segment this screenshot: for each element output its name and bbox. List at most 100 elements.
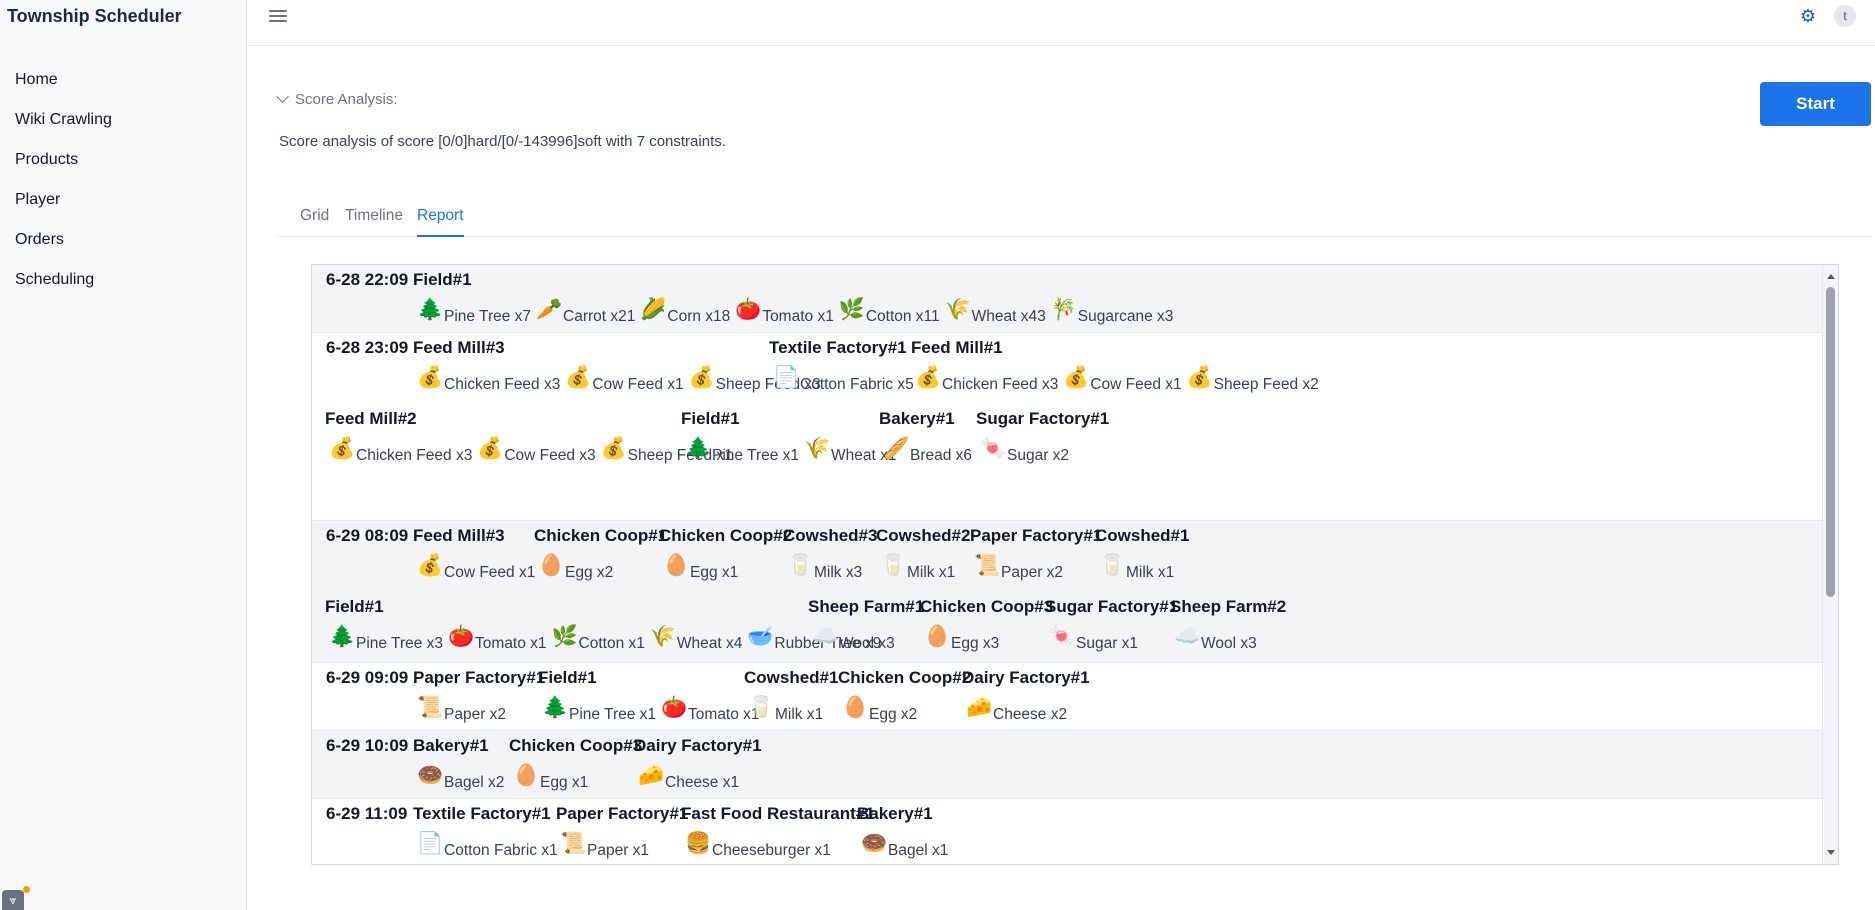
building-block: Field#1 🌲 Pine Tree x7 🥕 Carrot x21 🌽 Corn x18… xyxy=(413,270,1174,326)
product-quantity: Wool x3 xyxy=(1201,635,1257,652)
product-item: 🥚 Egg x3 xyxy=(920,625,999,653)
product-list: 💰 Cow Feed x1 xyxy=(413,554,536,582)
sidebar-item-player[interactable]: Player xyxy=(0,180,246,220)
product-item: 🧀 Cheese x2 xyxy=(962,696,1067,724)
building-block: Sheep Farm#1 ☁️ Wool x3 xyxy=(808,597,924,653)
product-quantity: Cow Feed x1 xyxy=(592,376,684,393)
product-item: 🎋 Sugarcane x3 xyxy=(1047,298,1174,326)
building-block: Bakery#1 🥖 Bread x6 xyxy=(879,409,973,465)
sidebar-item-home[interactable]: Home xyxy=(0,60,246,100)
avatar[interactable]: t xyxy=(1834,5,1856,27)
product-item: 🥚 Egg x1 xyxy=(659,554,738,582)
building-name: Sheep Farm#1 xyxy=(808,597,925,616)
product-item: 🥚 Egg x2 xyxy=(534,554,613,582)
product-icon: 🌲 xyxy=(542,696,569,719)
product-list: 💰 Chicken Feed x3 💰 Cow Feed x3 💰 Sheep Feed … xyxy=(325,437,734,465)
gear-icon[interactable]: ⚙ xyxy=(1799,6,1817,26)
product-quantity: Sugar x1 xyxy=(1076,635,1139,652)
product-quantity: Paper x2 xyxy=(1001,564,1064,581)
score-analysis-toggle[interactable]: Score Analysis: xyxy=(276,90,398,108)
product-list: 🥛 Milk x3 xyxy=(783,554,877,582)
product-icon: 🍬 xyxy=(980,437,1007,460)
product-quantity: Pine Tree x7 xyxy=(444,308,532,325)
notification-dot xyxy=(23,886,30,893)
product-icon: 🍔 xyxy=(685,832,712,855)
start-button[interactable]: Start xyxy=(1760,82,1871,126)
product-list: 📄 Cotton Fabric x5 xyxy=(769,366,915,394)
building-name: Chicken Coop#2 xyxy=(838,668,972,687)
building-name: Chicken Coop#2 xyxy=(659,526,793,545)
product-item: 📄 Cotton Fabric x5 xyxy=(769,366,914,394)
product-item: 🥛 Milk x3 xyxy=(783,554,863,582)
tab-grid[interactable]: Grid xyxy=(300,197,329,237)
building-block: Cowshed#1 🥛 Milk x1 xyxy=(1095,526,1189,582)
product-quantity: Cow Feed x3 xyxy=(504,447,596,464)
building-block: Paper Factory#1 📜 Paper x2 xyxy=(970,526,1102,582)
building-name: Feed Mill#2 xyxy=(325,409,417,428)
product-icon: 💰 xyxy=(329,437,356,460)
sidebar-item-products[interactable]: Products xyxy=(0,140,246,180)
product-quantity: Chicken Feed x3 xyxy=(444,376,561,393)
product-icon: 🥚 xyxy=(924,625,951,648)
product-quantity: Cheese x1 xyxy=(665,774,740,791)
product-icon: 💰 xyxy=(1186,366,1213,389)
product-icon: 🌾 xyxy=(944,298,971,321)
product-quantity: Paper x2 xyxy=(444,706,507,723)
score-analysis-label: Score Analysis: xyxy=(295,91,398,108)
product-item: 🥛 Milk x1 xyxy=(1095,554,1174,582)
report-scrollbar[interactable] xyxy=(1822,265,1838,864)
product-quantity: Milk x3 xyxy=(814,564,863,581)
product-list: 🍔 Cheeseburger x1 xyxy=(681,832,875,860)
product-list: 🍩 Bagel x1 xyxy=(857,832,949,860)
sidebar-item-wiki-crawling[interactable]: Wiki Crawling xyxy=(0,100,246,140)
app-title: Township Scheduler xyxy=(7,6,182,26)
top-header: ⚙ t xyxy=(248,0,1875,46)
scrollbar-thumb[interactable] xyxy=(1826,287,1835,597)
product-icon: 📜 xyxy=(417,696,444,719)
product-item: 🌲 Pine Tree x3 xyxy=(325,625,443,653)
product-icon: 🥛 xyxy=(1099,554,1126,577)
scroll-down-arrow-icon[interactable] xyxy=(1827,850,1835,855)
product-quantity: Pine Tree x1 xyxy=(569,706,657,723)
product-list: 📜 Paper x1 xyxy=(556,832,688,860)
building-block: Cowshed#2 🥛 Milk x1 xyxy=(876,526,970,582)
building-name: Textile Factory#1 xyxy=(769,338,907,357)
feedback-widget-icon[interactable]: ⩔ xyxy=(2,886,30,910)
product-icon: 💰 xyxy=(600,437,627,460)
product-item: 🧀 Cheese x1 xyxy=(634,764,740,792)
product-icon: 🥕 xyxy=(536,298,563,321)
building-name: Bakery#1 xyxy=(879,409,955,428)
product-list: 🥚 Egg x2 xyxy=(838,696,971,724)
building-block: Dairy Factory#1 🧀 Cheese x2 xyxy=(962,668,1090,724)
hamburger-menu-icon[interactable] xyxy=(268,7,288,27)
product-icon: 💰 xyxy=(477,437,504,460)
building-block: Paper Factory#1 📜 Paper x2 xyxy=(413,668,545,724)
sidebar-item-orders[interactable]: Orders xyxy=(0,220,246,260)
product-icon: 🥛 xyxy=(748,696,775,719)
product-item: 🍔 Cheeseburger x1 xyxy=(681,832,831,860)
product-icon: 🌲 xyxy=(685,437,712,460)
app-root: Township Scheduler Home Wiki Crawling Pr… xyxy=(0,0,1875,910)
product-quantity: Cow Feed x1 xyxy=(1090,376,1182,393)
scroll-up-arrow-icon[interactable] xyxy=(1827,274,1835,279)
product-icon: 🍩 xyxy=(417,764,444,787)
tab-timeline[interactable]: Timeline xyxy=(345,197,403,237)
product-item: 🍬 Sugar x2 xyxy=(976,437,1069,465)
product-quantity: Paper x1 xyxy=(587,842,650,859)
slot-line: Paper Factory#1 📜 Paper x2 Field#1 🌲 Pine Tre… xyxy=(312,663,1822,731)
building-name: Textile Factory#1 xyxy=(413,804,551,823)
product-list: 💰 Chicken Feed x3 💰 Cow Feed x1 💰 Sheep Feed … xyxy=(413,366,822,394)
product-icon: 🍅 xyxy=(661,696,688,719)
slot-line: Feed Mill#3 💰 Chicken Feed x3 💰 Cow Feed x1 💰… xyxy=(312,333,1822,401)
product-quantity: Egg x1 xyxy=(540,774,589,791)
product-list: 🥛 Milk x1 xyxy=(876,554,970,582)
slot-line: Feed Mill#3 💰 Cow Feed x1 Chicken Coop#1 🥚 Eg… xyxy=(312,521,1822,589)
tab-report[interactable]: Report xyxy=(417,197,464,237)
product-item: 🌲 Pine Tree x1 xyxy=(681,437,799,465)
product-list: 🥛 Milk x1 xyxy=(1095,554,1189,582)
sidebar-item-scheduling[interactable]: Scheduling xyxy=(0,260,246,300)
product-item: 🌲 Pine Tree x7 xyxy=(413,298,532,326)
building-name: Chicken Coop#1 xyxy=(534,526,668,545)
product-icon: 🥚 xyxy=(842,696,869,719)
building-block: Textile Factory#1 📄 Cotton Fabric x5 xyxy=(769,338,915,394)
